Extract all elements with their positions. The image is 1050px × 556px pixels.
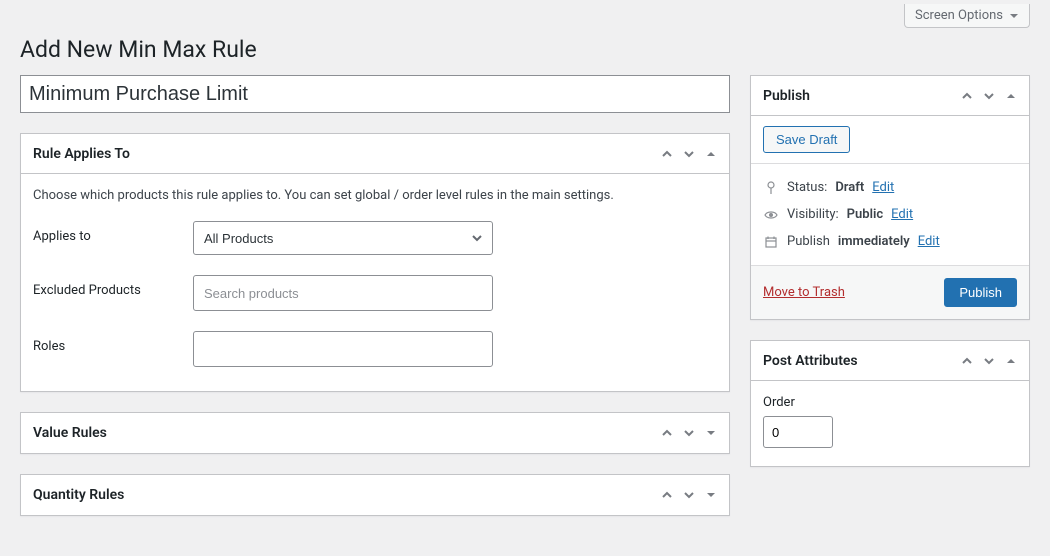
move-up-icon[interactable] xyxy=(961,90,973,102)
rule-applies-to-box: Rule Applies To Choose which products th… xyxy=(20,133,730,392)
save-draft-button[interactable]: Save Draft xyxy=(763,126,850,153)
post-attributes-box: Post Attributes Order xyxy=(750,340,1030,467)
visibility-value: Public xyxy=(847,207,883,222)
screen-options-label: Screen Options xyxy=(915,8,1003,23)
schedule-edit-link[interactable]: Edit xyxy=(918,234,940,249)
move-down-icon[interactable] xyxy=(683,489,695,501)
roles-input[interactable] xyxy=(193,331,493,367)
status-edit-link[interactable]: Edit xyxy=(872,180,894,195)
order-label: Order xyxy=(763,395,1017,410)
move-down-icon[interactable] xyxy=(683,148,695,160)
move-down-icon[interactable] xyxy=(683,427,695,439)
rule-applies-to-heading: Rule Applies To xyxy=(33,146,130,162)
status-label: Status: xyxy=(787,180,827,195)
value-rules-heading: Value Rules xyxy=(33,425,107,441)
publish-button[interactable]: Publish xyxy=(944,278,1017,307)
roles-label: Roles xyxy=(33,331,193,354)
move-to-trash-link[interactable]: Move to Trash xyxy=(763,285,845,300)
value-rules-box: Value Rules xyxy=(20,412,730,454)
status-value: Draft xyxy=(835,180,864,195)
move-down-icon[interactable] xyxy=(983,355,995,367)
move-down-icon[interactable] xyxy=(983,90,995,102)
visibility-label: Visibility: xyxy=(787,207,839,222)
move-up-icon[interactable] xyxy=(661,489,673,501)
post-attributes-heading: Post Attributes xyxy=(763,353,858,369)
quantity-rules-box: Quantity Rules xyxy=(20,474,730,516)
toggle-panel-icon[interactable] xyxy=(705,427,717,439)
page-title: Add New Min Max Rule xyxy=(20,32,1030,75)
toggle-panel-icon[interactable] xyxy=(1005,90,1017,102)
move-up-icon[interactable] xyxy=(661,427,673,439)
post-title-input[interactable] xyxy=(20,75,730,113)
visibility-edit-link[interactable]: Edit xyxy=(891,207,913,222)
toggle-panel-icon[interactable] xyxy=(705,489,717,501)
pin-icon xyxy=(763,181,779,195)
toggle-panel-icon[interactable] xyxy=(705,148,717,160)
calendar-icon xyxy=(763,236,779,248)
screen-options-toggle[interactable]: Screen Options xyxy=(904,4,1030,28)
schedule-label: Publish xyxy=(787,234,830,249)
applies-to-label: Applies to xyxy=(33,221,193,244)
publish-box: Publish Save Draft Status: Draft Edit xyxy=(750,75,1030,320)
eye-icon xyxy=(763,210,779,220)
excluded-products-input[interactable] xyxy=(193,275,493,311)
publish-heading: Publish xyxy=(763,88,810,104)
order-input[interactable] xyxy=(763,416,833,448)
applies-to-select[interactable]: All Products xyxy=(193,221,493,255)
move-up-icon[interactable] xyxy=(961,355,973,367)
rule-applies-to-description: Choose which products this rule applies … xyxy=(33,188,717,203)
excluded-products-label: Excluded Products xyxy=(33,275,193,298)
caret-down-icon xyxy=(1009,11,1019,21)
schedule-value: immediately xyxy=(838,234,910,249)
move-up-icon[interactable] xyxy=(661,148,673,160)
toggle-panel-icon[interactable] xyxy=(1005,355,1017,367)
quantity-rules-heading: Quantity Rules xyxy=(33,487,124,503)
